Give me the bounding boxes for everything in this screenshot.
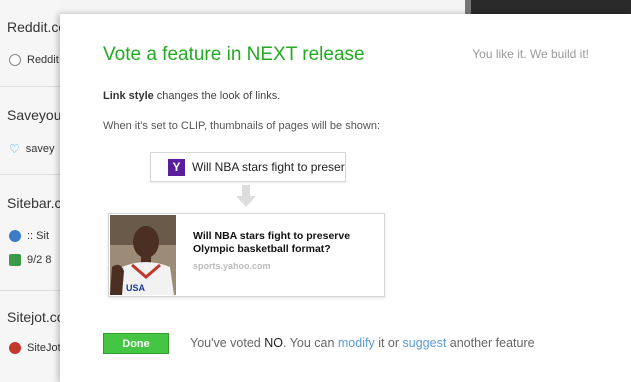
status-prefix: You've voted (190, 336, 265, 350)
puzzle-icon (9, 254, 21, 266)
list-item[interactable]: Reddit (9, 54, 59, 66)
background-sidebar: Reddit.com Reddit Saveyourl ♡ savey Site… (0, 0, 60, 382)
group-title-saveyourl[interactable]: Saveyourl (7, 107, 60, 123)
suggest-link[interactable]: suggest (403, 336, 447, 350)
feature-vote-dialog: Vote a feature in NEXT release You like … (60, 14, 631, 382)
vote-status: You've voted NO. You can modify it or su… (190, 336, 535, 350)
globe-icon (9, 230, 21, 242)
list-item-label: 9/2 8 (27, 254, 52, 266)
feature-description-text: changes the look of links. (153, 90, 281, 102)
dialog-tagline: You like it. We build it! (472, 47, 589, 61)
heart-icon: ♡ (9, 142, 20, 156)
group-title-sitejot[interactable]: Sitejot.com (7, 309, 60, 325)
jersey-text: USA (126, 283, 146, 293)
list-item[interactable]: 9/2 8 (9, 254, 51, 266)
done-button[interactable]: Done (103, 333, 169, 354)
divider (0, 290, 60, 291)
thumbnail-image: USA (110, 215, 176, 295)
list-item-label: :: Sit (27, 230, 50, 242)
list-item[interactable]: ♡ savey (9, 142, 55, 156)
background-header-bar (470, 0, 631, 14)
arrow-down-icon (236, 185, 256, 207)
yahoo-logo-icon: Y (168, 158, 185, 176)
clip-description: When it's set to CLIP, thumbnails of pag… (103, 120, 381, 132)
clip-title: Will NBA stars fight to preserve Olympic… (193, 230, 351, 255)
feature-description: Link style changes the look of links. (103, 90, 280, 102)
list-item-label: Reddit (27, 54, 59, 66)
divider (0, 174, 60, 175)
divider (0, 86, 60, 87)
list-item[interactable]: SiteJot (9, 342, 60, 354)
modify-link[interactable]: modify (338, 336, 375, 350)
sitejot-icon (9, 342, 21, 354)
group-title-reddit[interactable]: Reddit.com (7, 19, 60, 35)
list-item-label: savey (25, 143, 55, 155)
status-suffix: another feature (446, 336, 535, 350)
feature-name: Link style (103, 90, 154, 102)
link-style-example: Y Will NBA stars fight to preser (150, 152, 346, 182)
vote-value: NO (264, 336, 283, 350)
link-example-text: Will NBA stars fight to preser (192, 160, 345, 174)
status-or: it or (374, 336, 403, 350)
status-middle: . You can (282, 336, 338, 350)
scrollbar[interactable] (465, 0, 471, 14)
clip-source: sports.yahoo.com (193, 261, 271, 271)
group-title-sitebar[interactable]: Sitebar.com (7, 195, 60, 211)
list-item-label: SiteJot (27, 342, 60, 354)
clip-style-example: USA Will NBA stars fight to preserve Oly… (108, 213, 385, 297)
list-item[interactable]: :: Sit (9, 230, 49, 242)
dialog-title: Vote a feature in NEXT release (103, 44, 365, 65)
reddit-alien-icon (9, 54, 21, 66)
